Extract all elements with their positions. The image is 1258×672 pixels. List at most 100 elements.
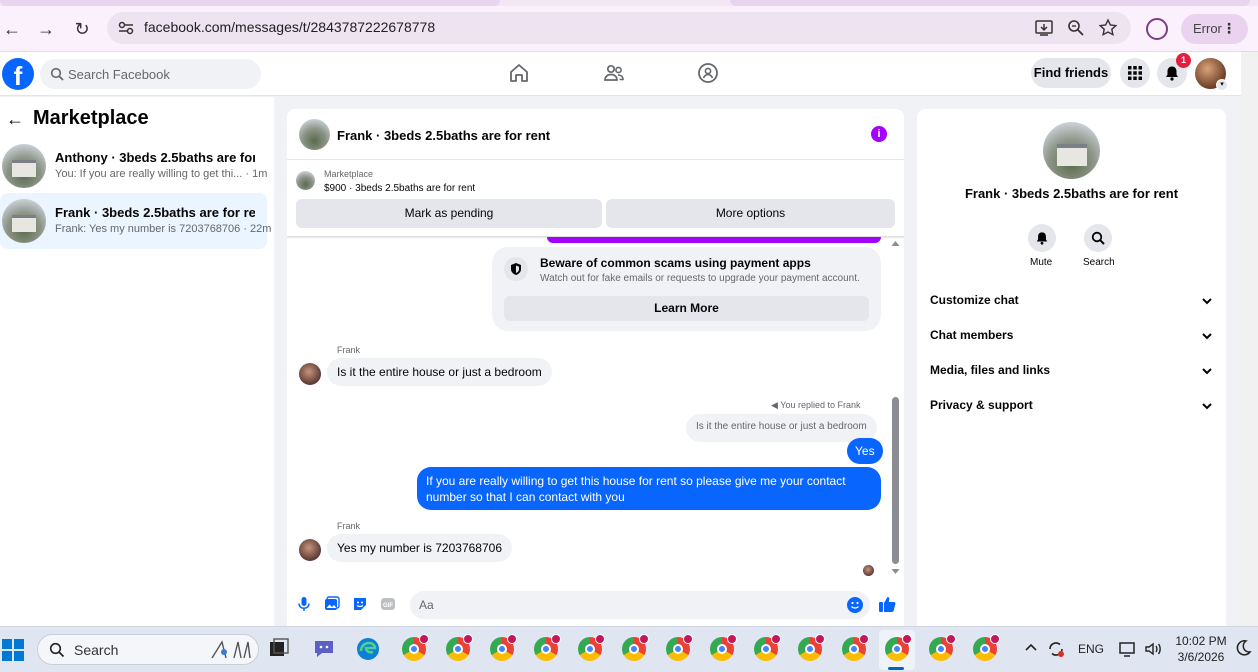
forward-icon[interactable]: →	[34, 17, 58, 41]
chrome-icon[interactable]	[446, 634, 473, 661]
taskbar-search[interactable]: Search	[37, 634, 259, 665]
edge-browser-icon[interactable]	[355, 636, 381, 662]
friends-icon[interactable]	[603, 62, 625, 84]
sender-name: Frank	[337, 521, 361, 531]
privacy-support-section[interactable]: Privacy & support	[930, 398, 1215, 418]
notification-moon-icon[interactable]	[1234, 639, 1252, 657]
conversation-name: Frank · 3beds 2.5baths are for rent	[55, 205, 255, 220]
chat-title[interactable]: Frank · 3beds 2.5baths are for rent	[337, 128, 550, 143]
volume-icon[interactable]	[1143, 639, 1163, 659]
conversation-item-active[interactable]: Frank · 3beds 2.5baths are for rent Fran…	[0, 193, 271, 249]
windows-start-icon[interactable]	[2, 639, 24, 661]
windows-taskbar: Search ENG 10:02 PM 3/6/2026	[0, 626, 1258, 672]
zoom-icon[interactable]	[1066, 18, 1086, 38]
photo-icon[interactable]	[324, 596, 340, 612]
page-scrollbar[interactable]	[1241, 52, 1258, 626]
scam-title: Beware of common scams using payment app…	[540, 256, 811, 270]
bell-icon	[1166, 66, 1178, 81]
outgoing-message[interactable]: If you are really willing to get this ho…	[417, 467, 881, 510]
message-scrollbar[interactable]	[890, 239, 901, 576]
chrome-icon[interactable]	[710, 634, 737, 661]
thumbs-up-icon[interactable]	[878, 595, 896, 613]
media-files-links-section[interactable]: Media, files and links	[930, 363, 1215, 383]
chrome-icon-active[interactable]	[885, 634, 912, 661]
svg-text:GIF: GIF	[383, 603, 393, 609]
learn-more-button[interactable]: Learn More	[504, 296, 869, 321]
scroll-down-icon[interactable]	[890, 566, 901, 576]
scrollbar-thumb[interactable]	[892, 397, 899, 564]
install-app-icon[interactable]	[1034, 18, 1054, 38]
chrome-icon[interactable]	[490, 634, 517, 661]
scam-warning-card: Beware of common scams using payment app…	[492, 247, 881, 331]
url-text[interactable]: facebook.com/messages/t/2843787222678778	[144, 19, 435, 35]
listing-avatar-large[interactable]	[1043, 122, 1100, 179]
listing-thumbnail[interactable]	[296, 171, 315, 190]
sticker-icon[interactable]	[352, 596, 368, 612]
emoji-icon[interactable]	[847, 597, 863, 613]
teams-chat-icon[interactable]	[311, 636, 337, 662]
reload-icon[interactable]: ↻	[70, 17, 94, 41]
chrome-icon[interactable]	[973, 634, 1000, 661]
mark-pending-button[interactable]: Mark as pending	[296, 199, 602, 228]
facebook-search-input[interactable]: Search Facebook	[40, 59, 261, 89]
more-options-button[interactable]: More options	[606, 199, 895, 228]
account-avatar[interactable]: ▾	[1195, 58, 1228, 91]
search-icon	[50, 67, 64, 81]
facebook-logo[interactable]: f	[2, 58, 34, 90]
chrome-icon[interactable]	[929, 634, 956, 661]
customize-chat-section[interactable]: Customize chat	[930, 293, 1215, 313]
chrome-icon[interactable]	[578, 634, 605, 661]
sender-avatar[interactable]	[299, 539, 321, 561]
chat-avatar[interactable]	[299, 119, 330, 150]
chevron-up-icon[interactable]	[1024, 641, 1038, 655]
grid-menu-icon	[1128, 66, 1142, 80]
outgoing-message[interactable]: Yes	[847, 438, 883, 464]
task-view-icon[interactable]	[266, 636, 292, 662]
back-icon[interactable]: ←	[0, 17, 24, 41]
section-label: Privacy & support	[930, 398, 1033, 412]
replied-label: You replied to Frank	[780, 400, 861, 410]
mute-button[interactable]	[1028, 224, 1056, 252]
incoming-message[interactable]: Yes my number is 7203768706	[327, 534, 512, 562]
quoted-message[interactable]: Is it the entire house or just a bedroom	[686, 414, 877, 442]
chrome-icon[interactable]	[622, 634, 649, 661]
chrome-icon[interactable]	[534, 634, 561, 661]
profile-error-chip[interactable]: Error ⋮	[1181, 14, 1248, 44]
menu-button[interactable]	[1120, 58, 1150, 88]
message-input[interactable]: Aa	[410, 591, 870, 619]
microphone-icon[interactable]	[296, 596, 312, 612]
chat-members-section[interactable]: Chat members	[930, 328, 1215, 348]
scroll-up-icon[interactable]	[890, 239, 901, 249]
home-icon[interactable]	[508, 62, 530, 84]
chevron-down-icon	[1202, 403, 1212, 410]
gif-icon[interactable]: GIF	[380, 596, 396, 612]
sync-icon[interactable]	[1046, 639, 1066, 659]
system-clock[interactable]: 10:02 PM 3/6/2026	[1170, 633, 1232, 665]
chrome-icon[interactable]	[402, 634, 429, 661]
listing-price[interactable]: $900 · 3beds 2.5baths are for rent	[324, 183, 475, 194]
back-arrow-icon[interactable]: ←	[6, 109, 24, 130]
chat-panel: Frank · 3beds 2.5baths are for rent i Ma…	[287, 109, 904, 626]
chevron-down-icon	[1202, 298, 1212, 305]
message-composer: GIF Aa	[287, 587, 904, 626]
info-icon[interactable]: i	[871, 126, 887, 142]
address-bar[interactable]: facebook.com/messages/t/2843787222678778	[107, 12, 1131, 44]
browser-toolbar: ← → ↻ facebook.com/messages/t/2843787222…	[0, 6, 1258, 52]
incoming-message[interactable]: Is it the entire house or just a bedroom	[327, 358, 552, 386]
chrome-icon[interactable]	[842, 634, 869, 661]
search-icon	[1091, 231, 1105, 245]
language-indicator[interactable]: ENG	[1078, 642, 1104, 656]
find-friends-button[interactable]: Find friends	[1031, 58, 1111, 88]
groups-icon[interactable]	[697, 62, 719, 84]
search-in-chat-button[interactable]	[1084, 224, 1112, 252]
chrome-icon[interactable]	[754, 634, 781, 661]
menu-dots-icon[interactable]: ⋮	[1222, 20, 1236, 37]
conversation-item[interactable]: Anthony · 3beds 2.5baths are for r... Yo…	[0, 138, 267, 194]
network-icon[interactable]	[1118, 639, 1138, 659]
chrome-icon[interactable]	[798, 634, 825, 661]
bookmark-star-icon[interactable]	[1098, 18, 1118, 38]
profile-icon[interactable]	[1146, 18, 1168, 40]
sender-avatar[interactable]	[299, 363, 321, 385]
chrome-icon[interactable]	[666, 634, 693, 661]
site-settings-icon[interactable]	[117, 19, 135, 37]
